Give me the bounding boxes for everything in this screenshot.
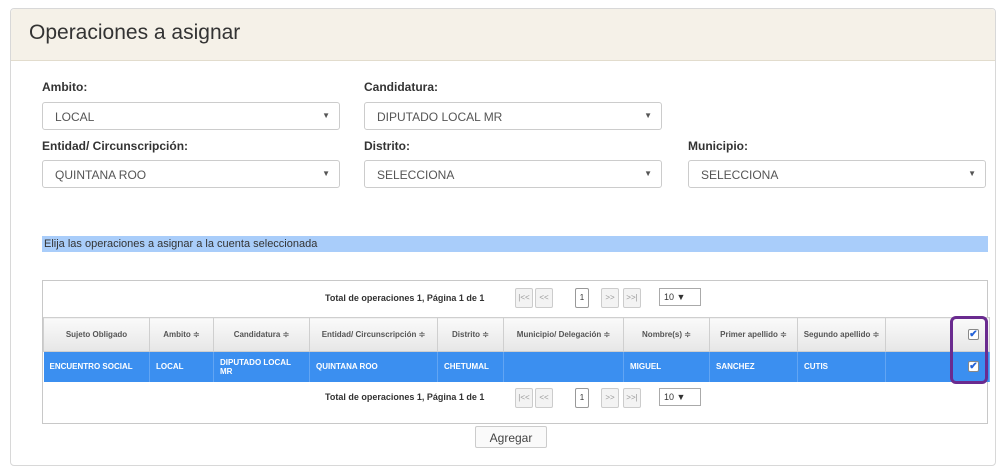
col-header-municipio[interactable]: Municipio/ Delegación ≑ bbox=[503, 317, 624, 352]
col-header-ambito[interactable]: Ambito ≑ bbox=[149, 317, 214, 352]
col-header-nombre[interactable]: Nombre(s) ≑ bbox=[623, 317, 710, 352]
pager-bottom: Total de operaciones 1, Página 1 de 1 |<… bbox=[43, 382, 987, 422]
chevron-down-icon: ▼ bbox=[322, 169, 330, 178]
cell-ambito: LOCAL bbox=[149, 351, 214, 382]
current-page-input[interactable]: 1 bbox=[575, 387, 589, 408]
table-header-row: Sujeto Obligado Ambito ≑ Candidatura ≑ E… bbox=[43, 317, 990, 352]
col-header-candidatura[interactable]: Candidatura ≑ bbox=[213, 317, 310, 352]
cell-segundo-apellido: CUTIS bbox=[797, 351, 886, 382]
next-page-button[interactable]: >> bbox=[601, 288, 619, 308]
agregar-button[interactable]: Agregar bbox=[475, 426, 547, 448]
panel-heading: Operaciones a asignar bbox=[11, 9, 995, 61]
chevron-down-icon: ▼ bbox=[968, 169, 976, 178]
cell-primer-apellido: SANCHEZ bbox=[709, 351, 798, 382]
candidatura-select[interactable]: DIPUTADO LOCAL MR ▼ bbox=[364, 102, 662, 130]
operations-table: Sujeto Obligado Ambito ≑ Candidatura ≑ E… bbox=[43, 317, 990, 382]
first-page-button[interactable]: |<< bbox=[515, 288, 533, 308]
first-page-button[interactable]: |<< bbox=[515, 387, 533, 408]
candidatura-label: Candidatura: bbox=[364, 80, 439, 94]
cell-entidad: QUINTANA ROO bbox=[309, 351, 438, 382]
current-page-input[interactable]: 1 bbox=[575, 288, 589, 308]
entidad-value: QUINTANA ROO bbox=[55, 168, 147, 182]
last-page-button[interactable]: >>| bbox=[623, 288, 641, 308]
entidad-select[interactable]: QUINTANA ROO ▼ bbox=[42, 160, 340, 188]
instruction-banner: Elija las operaciones a asignar a la cue… bbox=[42, 236, 988, 252]
chevron-down-icon: ▼ bbox=[644, 111, 652, 120]
municipio-value: SELECCIONA bbox=[701, 168, 779, 182]
page-size-select[interactable]: 10 ▼ bbox=[659, 288, 701, 306]
cell-municipio bbox=[503, 351, 624, 382]
distrito-value: SELECCIONA bbox=[377, 168, 455, 182]
col-header-distrito[interactable]: Distrito ≑ bbox=[437, 317, 504, 352]
col-header-sujeto[interactable]: Sujeto Obligado bbox=[43, 317, 150, 352]
distrito-label: Distrito: bbox=[364, 139, 410, 153]
col-header-primer-apellido[interactable]: Primer apellido ≑ bbox=[709, 317, 798, 352]
cell-distrito: CHETUMAL bbox=[437, 351, 504, 382]
ambito-value: LOCAL bbox=[55, 110, 95, 124]
distrito-select[interactable]: SELECCIONA ▼ bbox=[364, 160, 662, 188]
entidad-label: Entidad/ Circunscripción: bbox=[42, 139, 189, 153]
cell-sujeto: ENCUENTRO SOCIAL bbox=[43, 351, 150, 382]
checkbox-highlight-frame bbox=[950, 316, 988, 384]
pager-info: Total de operaciones 1, Página 1 de 1 bbox=[325, 391, 485, 402]
pager-info: Total de operaciones 1, Página 1 de 1 bbox=[325, 293, 485, 303]
pager-top: Total de operaciones 1, Página 1 de 1 |<… bbox=[43, 281, 987, 317]
next-page-button[interactable]: >> bbox=[601, 387, 619, 408]
page-size-value: 10 bbox=[664, 391, 675, 402]
page-title: Operaciones a asignar bbox=[29, 21, 241, 44]
last-page-button[interactable]: >>| bbox=[623, 387, 641, 408]
ambito-label: Ambito: bbox=[42, 80, 88, 94]
municipio-label: Municipio: bbox=[688, 139, 748, 153]
cell-candidatura: DIPUTADO LOCAL MR bbox=[213, 351, 310, 382]
chevron-down-icon: ▼ bbox=[644, 169, 652, 178]
table-row[interactable]: ENCUENTRO SOCIAL LOCAL DIPUTADO LOCAL MR… bbox=[43, 351, 990, 382]
cell-nombre: MIGUEL bbox=[623, 351, 710, 382]
candidatura-value: DIPUTADO LOCAL MR bbox=[377, 110, 503, 124]
page-size-select[interactable]: 10 ▼ bbox=[659, 387, 701, 406]
col-header-entidad[interactable]: Entidad/ Circunscripción ≑ bbox=[309, 317, 438, 352]
page-size-value: 10 bbox=[664, 292, 675, 302]
ambito-select[interactable]: LOCAL ▼ bbox=[42, 102, 340, 130]
prev-page-button[interactable]: << bbox=[535, 288, 553, 308]
municipio-select[interactable]: SELECCIONA ▼ bbox=[688, 160, 986, 188]
chevron-down-icon: ▼ bbox=[322, 111, 330, 120]
prev-page-button[interactable]: << bbox=[535, 387, 553, 408]
col-header-segundo-apellido[interactable]: Segundo apellido ≑ bbox=[797, 317, 886, 352]
operations-grid: Total de operaciones 1, Página 1 de 1 |<… bbox=[42, 280, 990, 424]
